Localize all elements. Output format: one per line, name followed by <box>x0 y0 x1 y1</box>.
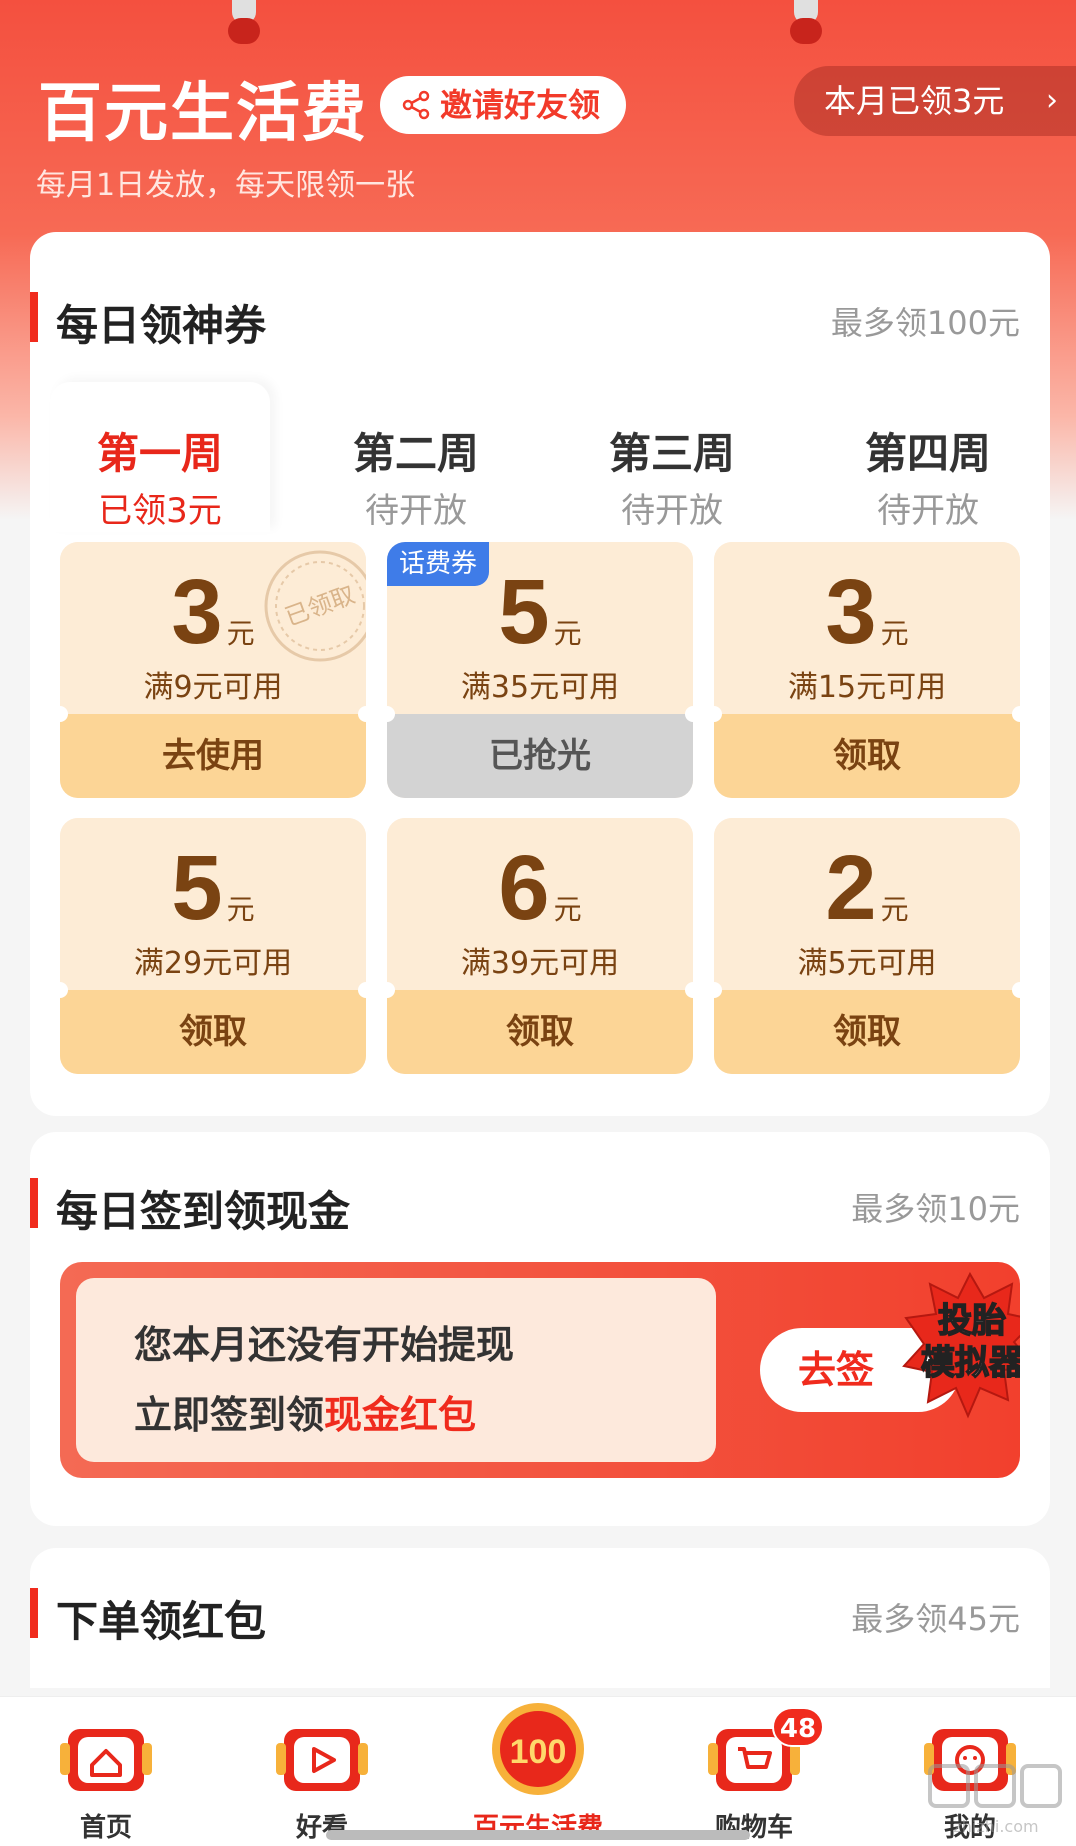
coupon-value: 3元 <box>714 560 1020 665</box>
coupon-amount: 5 <box>171 837 223 939</box>
cash-prompt-highlight: 现金红包 <box>324 1393 477 1437</box>
coupon-card: 2元 满5元可用 领取 <box>714 818 1020 1074</box>
tab-week-3[interactable]: 第三周 待开放 <box>562 382 782 532</box>
section-header: 每日领神券 最多领100元 <box>30 232 1050 352</box>
section-title: 每日签到领现金 <box>56 1187 351 1236</box>
coupon-value: 6元 <box>387 836 693 941</box>
coupon-amount: 5 <box>498 561 550 663</box>
tab-label: 首页 <box>79 1813 132 1843</box>
tab-week-1[interactable]: 第一周 已领3元 <box>50 382 270 532</box>
svg-text:zhizhi.com: zhizhi.com <box>953 1817 1038 1836</box>
claim-coupon-button[interactable]: 领取 <box>714 990 1020 1074</box>
claimed-stamp: 已领取 <box>264 550 366 662</box>
coupon-condition: 满9元可用 <box>143 670 283 705</box>
section-title: 每日领神券 <box>56 301 267 350</box>
coupon-unit: 元 <box>226 617 255 650</box>
cash-banner[interactable]: 您本月还没有开始提现 立即签到领现金红包 去签 投胎 模拟器 <box>60 1262 1020 1478</box>
share-icon <box>402 90 430 120</box>
section-title: 下单领红包 <box>56 1597 267 1646</box>
week-name: 第二周 <box>352 429 479 478</box>
section-accent-bar <box>30 1588 38 1638</box>
week-name: 第四周 <box>864 429 991 478</box>
section-max-label: 最多领45元 <box>851 1600 1020 1638</box>
coupon-card: 3元 满9元可用 已领取 去使用 <box>60 542 366 798</box>
coupon-card: 5元 满35元可用 话费券 已抢光 <box>387 542 693 798</box>
coupon-value: 2元 <box>714 836 1020 941</box>
burst-line-2: 模拟器 <box>921 1343 1020 1383</box>
tab-week-4[interactable]: 第四周 待开放 <box>818 382 1038 532</box>
week-tabs: 第一周 已领3元 第二周 待开放 第三周 待开放 第四周 待开放 <box>30 382 1050 532</box>
claim-coupon-button[interactable]: 领取 <box>387 990 693 1074</box>
watermark-logo: zhizhi.com <box>928 1764 1062 1836</box>
cash-message: 您本月还没有开始提现 <box>134 1323 515 1367</box>
coupon-amount: 2 <box>825 837 877 939</box>
burst-line-1: 投胎 <box>938 1301 1006 1341</box>
coupon-amount: 6 <box>498 837 550 939</box>
week-status: 待开放 <box>877 491 979 531</box>
coupon-amount: 3 <box>825 561 877 663</box>
tab-week-2[interactable]: 第二周 待开放 <box>306 382 526 532</box>
coupon-condition: 满35元可用 <box>460 670 620 705</box>
claim-coupon-button[interactable]: 领取 <box>714 714 1020 798</box>
coupon-unit: 元 <box>553 893 582 926</box>
week-name: 第一周 <box>96 429 223 478</box>
cash-banner-panel: 您本月还没有开始提现 立即签到领现金红包 <box>76 1278 716 1462</box>
section-max-label: 最多领10元 <box>851 1190 1020 1228</box>
coupon-card: 3元 满15元可用 领取 <box>714 542 1020 798</box>
coupon-unit: 元 <box>880 617 909 650</box>
bottom-tab-bar: 首页 好看 100 百元生活费 48 购物车 我的 <box>0 1696 1076 1846</box>
coupon-condition: 满5元可用 <box>797 946 937 981</box>
page-header: 百元生活费 邀请好友领 每月1日发放，每天限领一张 本月已领3元 › <box>0 0 1076 220</box>
badge-text: 100 <box>510 1733 567 1771</box>
tab-home[interactable]: 首页 <box>6 1697 206 1846</box>
daily-coupons-card: 每日领神券 最多领100元 第一周 已领3元 第二周 待开放 第三周 待开放 第… <box>30 232 1050 1116</box>
month-claimed-label: 本月已领3元 <box>824 82 1005 120</box>
coupon-condition: 满39元可用 <box>460 946 620 981</box>
burst-sticker: 投胎 模拟器 <box>902 1271 1020 1419</box>
week-status: 待开放 <box>365 491 467 531</box>
coupon-unit: 元 <box>880 893 909 926</box>
checkin-card: 每日签到领现金 最多领10元 您本月还没有开始提现 立即签到领现金红包 去签 投… <box>30 1132 1050 1526</box>
claim-coupon-button[interactable]: 领取 <box>60 990 366 1074</box>
page-title: 百元生活费 <box>38 77 368 151</box>
invite-friends-button[interactable]: 邀请好友领 <box>380 76 627 134</box>
play-icon <box>276 1729 368 1791</box>
cash-prompt-prefix: 立即签到领 <box>134 1393 325 1437</box>
coupon-card: 5元 满29元可用 领取 <box>60 818 366 1074</box>
section-accent-bar <box>30 1178 38 1228</box>
sold-out-button: 已抢光 <box>387 714 693 798</box>
phone-bill-tag: 话费券 <box>387 542 490 586</box>
coupon-card: 6元 满39元可用 领取 <box>387 818 693 1074</box>
coupon-condition: 满29元可用 <box>133 946 293 981</box>
coupon-amount: 3 <box>171 561 223 663</box>
order-redpacket-card: 下单领红包 最多领45元 <box>30 1548 1050 1688</box>
page-subtitle: 每月1日发放，每天限领一张 <box>36 168 416 203</box>
coupon-unit: 元 <box>553 617 582 650</box>
chevron-right-icon: › <box>1046 83 1058 118</box>
cart-count-badge: 48 <box>772 1707 824 1747</box>
home-icon <box>60 1729 152 1791</box>
coupon-value: 5元 <box>60 836 366 941</box>
invite-label: 邀请好友领 <box>440 86 601 124</box>
tab-cart[interactable]: 48 购物车 <box>654 1697 854 1846</box>
week-status: 已领3元 <box>98 491 222 531</box>
cash-prompt: 立即签到领现金红包 <box>134 1384 476 1439</box>
section-max-label: 最多领100元 <box>830 304 1020 342</box>
tab-watch[interactable]: 好看 <box>222 1697 422 1846</box>
tab-living-allowance[interactable]: 100 百元生活费 <box>438 1697 638 1846</box>
week-name: 第三周 <box>608 429 735 478</box>
stamp-text: 已领取 <box>281 581 358 632</box>
month-claimed-pill[interactable]: 本月已领3元 › <box>794 66 1076 136</box>
100-badge-icon: 100 <box>492 1703 584 1795</box>
section-accent-bar <box>30 292 38 342</box>
coupon-unit: 元 <box>226 893 255 926</box>
home-indicator <box>326 1830 750 1840</box>
use-coupon-button[interactable]: 去使用 <box>60 714 366 798</box>
coupon-condition: 满15元可用 <box>787 670 947 705</box>
week-status: 待开放 <box>621 491 723 531</box>
